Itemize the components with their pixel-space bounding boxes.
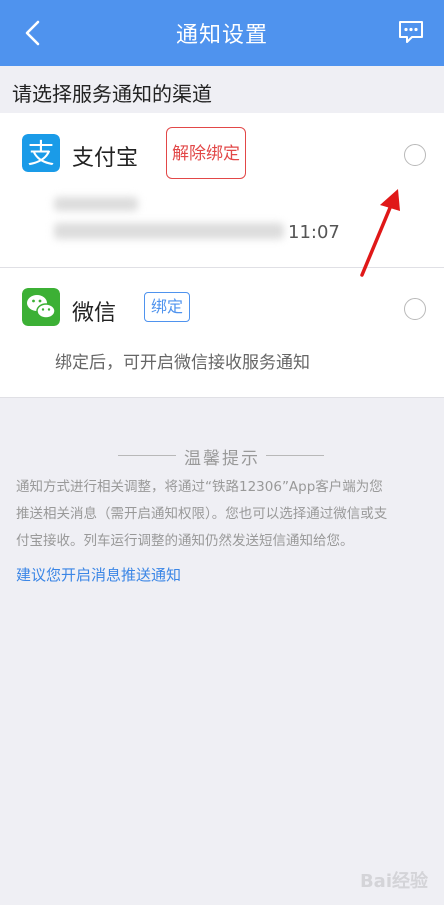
section-title: 请选择服务通知的渠道 <box>12 82 212 106</box>
nav-bar: 通知设置 <box>0 0 444 66</box>
channel-wechat[interactable]: 微信 绑定 绑定后，可开启微信接收服务通知 <box>0 268 444 398</box>
message-dots-icon[interactable] <box>398 20 424 44</box>
svg-text:支: 支 <box>28 139 55 170</box>
channel-name: 支付宝 <box>72 146 139 171</box>
bind-time: 11:07 <box>288 222 340 243</box>
tips-body: 通知方式进行相关调整，将通过“铁路12306”App客户端为您推送相关消息（需开… <box>16 479 388 549</box>
blurred-account <box>54 197 138 211</box>
bind-button[interactable]: 绑定 <box>144 292 190 322</box>
wechat-radio[interactable] <box>404 298 426 320</box>
enable-push-link[interactable]: 建议您开启消息推送通知 <box>16 564 181 585</box>
tips-header: 温馨提示 <box>0 444 444 469</box>
alipay-icon: 支 <box>22 134 60 172</box>
wechat-icon <box>22 288 60 326</box>
alipay-radio[interactable] <box>404 144 426 166</box>
tips-title: 温馨提示 <box>184 449 260 469</box>
wechat-description: 绑定后，可开启微信接收服务通知 <box>55 353 310 373</box>
annotation-arrow-icon <box>360 189 400 277</box>
channel-name: 微信 <box>72 301 117 326</box>
page-title: 通知设置 <box>175 23 268 48</box>
blurred-bind-info <box>54 223 284 239</box>
watermark: Bai经验 <box>359 871 428 892</box>
unbind-button[interactable]: 解除绑定 <box>166 127 246 179</box>
divider-right <box>266 455 324 456</box>
